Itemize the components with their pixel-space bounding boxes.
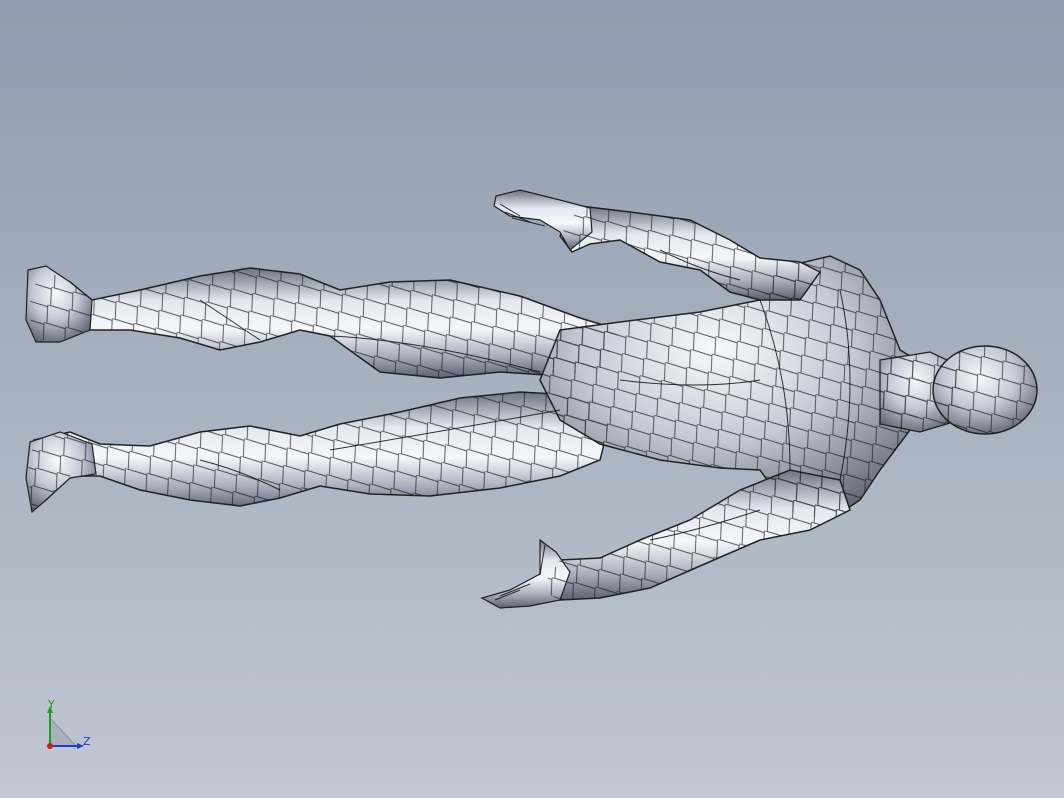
- human-figure-model[interactable]: [0, 0, 1064, 798]
- triad-plane-shading: [49, 716, 78, 747]
- z-axis-label: Z: [83, 735, 91, 748]
- axis-triad: Y Z: [38, 696, 98, 756]
- surface-mesh-lines: [28, 206, 1037, 600]
- graphics-viewport[interactable]: Y Z: [0, 0, 1064, 798]
- y-axis-label: Y: [48, 698, 55, 711]
- x-axis-dot: [47, 743, 53, 749]
